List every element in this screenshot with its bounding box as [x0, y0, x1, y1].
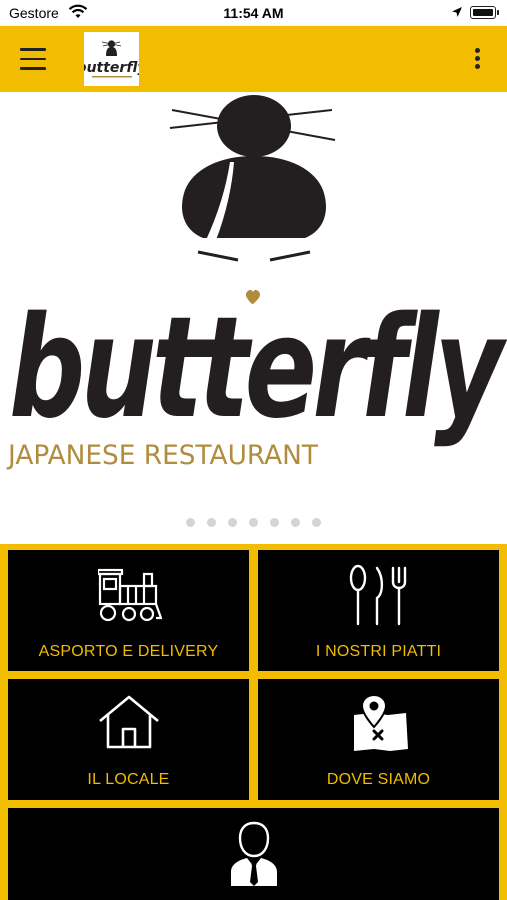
main-menu-grid: ASPORTO E DELIVERY I NOSTRI PIATTI IL LO…: [0, 544, 507, 900]
menu-tile-label: I NOSTRI PIATTI: [315, 643, 442, 660]
butterfly-logo-image: butterfly JAPANESE RESTAURANT: [6, 95, 507, 471]
menu-tile-label: IL LOCALE: [87, 771, 170, 788]
menu-tile-contact[interactable]: [8, 808, 499, 900]
svg-text:butterfly: butterfly: [9, 287, 507, 450]
carousel-dot[interactable]: [270, 518, 279, 527]
person-icon: [231, 821, 277, 886]
app-bar: butterfly: [0, 26, 507, 92]
menu-tile-delivery[interactable]: ASPORTO E DELIVERY: [8, 550, 249, 671]
map-pin-icon: [354, 693, 408, 751]
clock: 11:54 AM: [223, 5, 284, 21]
train-icon: [98, 568, 162, 622]
status-bar: Gestore 11:54 AM: [0, 0, 507, 26]
carousel-dot[interactable]: [249, 518, 258, 527]
svg-text:butterfly: butterfly: [84, 60, 139, 76]
hamburger-menu-button[interactable]: [20, 48, 46, 70]
menu-tile-dishes[interactable]: I NOSTRI PIATTI: [258, 550, 499, 671]
carousel-pagination: [0, 514, 507, 532]
hero-carousel[interactable]: butterfly JAPANESE RESTAURANT: [0, 92, 507, 544]
carousel-dot[interactable]: [291, 518, 300, 527]
menu-tile-label: DOVE SIAMO: [326, 771, 431, 788]
carousel-dot[interactable]: [312, 518, 321, 527]
menu-tile-label: ASPORTO E DELIVERY: [38, 643, 219, 660]
battery-icon: [470, 6, 499, 19]
menu-tile-location[interactable]: DOVE SIAMO: [258, 679, 499, 800]
cutlery-icon: [349, 564, 407, 626]
app-logo: butterfly: [77, 32, 147, 86]
carousel-dot[interactable]: [207, 518, 216, 527]
svg-text:JAPANESE RESTAURANT: JAPANESE RESTAURANT: [6, 440, 318, 471]
carousel-dot[interactable]: [186, 518, 195, 527]
menu-tile-venue[interactable]: IL LOCALE: [8, 679, 249, 800]
location-arrow-icon: [452, 7, 462, 17]
house-icon: [99, 695, 159, 749]
more-options-button[interactable]: [470, 48, 484, 72]
carousel-dot[interactable]: [228, 518, 237, 527]
